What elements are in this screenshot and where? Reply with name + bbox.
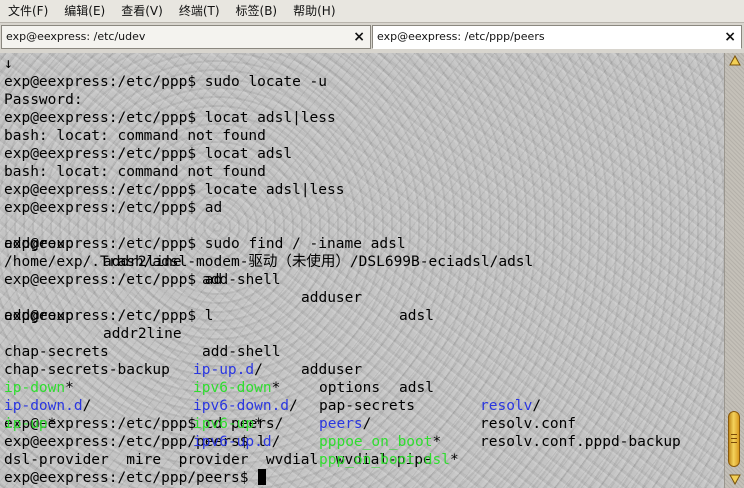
tab-label: exp@eexpress: /etc/udev <box>6 30 146 43</box>
arrow-down-icon <box>728 474 741 485</box>
terminal-line: exp@eexpress:/etc/ppp$ locate adsl|less <box>4 182 345 198</box>
completion-row: addgroup addr2line add-shell adduser ads… <box>4 308 434 396</box>
terminal-output[interactable]: ↓ exp@eexpress:/etc/ppp$ sudo locate -u … <box>0 53 724 488</box>
terminal-line: exp@eexpress:/etc/ppp$ cd peers/ <box>4 416 284 432</box>
menu-tabs[interactable]: 标签(B) <box>228 0 286 22</box>
tab-peers[interactable]: exp@eexpress: /etc/ppp/peers × <box>372 25 742 49</box>
tab-label: exp@eexpress: /etc/ppp/peers <box>377 30 545 43</box>
menu-view[interactable]: 查看(V) <box>113 0 171 22</box>
terminal-line: exp@eexpress:/etc/ppp$ locat adsl|less <box>4 110 336 126</box>
close-icon[interactable]: × <box>353 28 365 46</box>
terminal-line: exp@eexpress:/etc/ppp$ locat adsl <box>4 146 293 162</box>
scroll-down-button[interactable] <box>726 471 743 487</box>
ls-row: chap-secrets ip-up.d/ options resolv/ <box>4 344 542 414</box>
terminal-line: Password: <box>4 92 83 108</box>
terminal-line: exp@eexpress:/etc/ppp$ sudo find / -inam… <box>4 236 406 252</box>
menu-edit[interactable]: 编辑(E) <box>56 0 113 22</box>
scrollbar-thumb[interactable] <box>728 411 740 467</box>
ls-row: ip-up* ipv6-up.d/ ppp_on_boot.dsl* <box>4 416 459 468</box>
tab-bar: exp@eexpress: /etc/udev × exp@eexpress: … <box>0 23 744 53</box>
close-icon[interactable]: × <box>724 28 736 46</box>
terminal-line: exp@eexpress:/etc/ppp$ l <box>4 308 214 324</box>
ls-row: ip-down* ipv6-down.d/ peers/ resolv.conf… <box>4 380 681 450</box>
ls-row: ip-down.d/ ipv6-up* pppoe_on_boot* <box>4 398 442 450</box>
menu-bar: 文件(F) 编辑(E) 查看(V) 终端(T) 标签(B) 帮助(H) <box>0 0 744 23</box>
tab-udev[interactable]: exp@eexpress: /etc/udev × <box>1 25 371 49</box>
terminal-line: exp@eexpress:/etc/ppp$ sudo locate -u <box>4 74 328 90</box>
ls-row: chap-secrets-backup ipv6-down* pap-secre… <box>4 362 577 432</box>
terminal-line: bash: locat: command not found <box>4 164 266 180</box>
scroll-up-button[interactable] <box>726 53 743 69</box>
menu-terminal[interactable]: 终端(T) <box>171 0 228 22</box>
completion-row: addgroup addr2line add-shell adduser ads… <box>4 236 434 324</box>
terminal-input-line[interactable]: exp@eexpress:/etc/ppp/peers$ <box>4 469 533 487</box>
terminal-line: bash: locat: command not found <box>4 128 266 144</box>
terminal-line: ↓ <box>4 56 13 72</box>
terminal-line: /home/exp/.Trash/adsl-modem-驱动（未使用）/DSL6… <box>4 254 534 270</box>
text-cursor <box>258 469 267 485</box>
menu-help[interactable]: 帮助(H) <box>285 0 343 22</box>
arrow-up-icon <box>728 55 741 66</box>
terminal-line: exp@eexpress:/etc/ppp$ ad <box>4 200 223 216</box>
menu-file[interactable]: 文件(F) <box>0 0 56 22</box>
vertical-scrollbar[interactable] <box>724 53 744 488</box>
